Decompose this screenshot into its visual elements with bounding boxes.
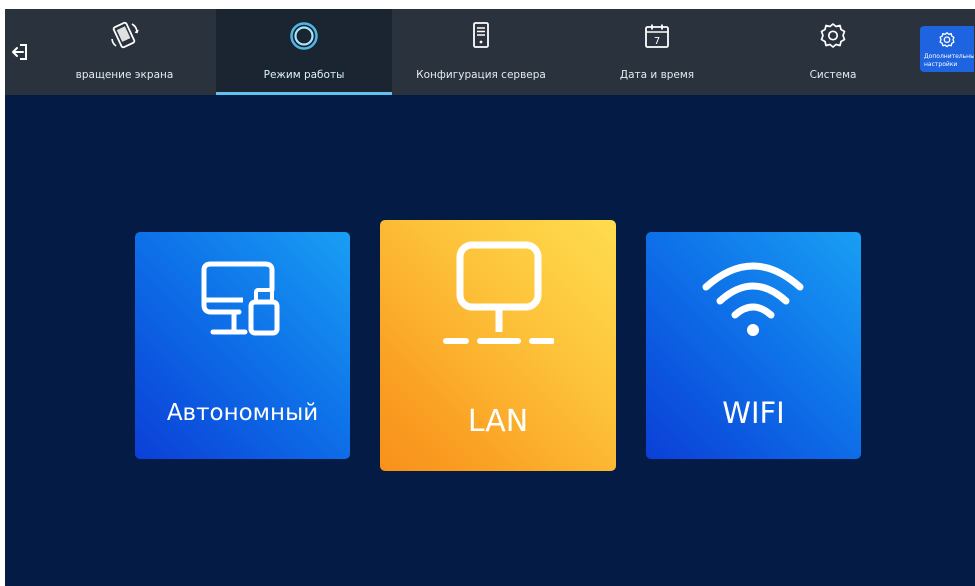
calendar-day: 7 <box>654 36 660 47</box>
mode-card-lan[interactable]: LAN <box>380 220 616 471</box>
tab-system[interactable]: Система <box>745 9 921 95</box>
mode-label: LAN <box>467 404 529 439</box>
mode-card-wifi[interactable]: WIFI <box>646 232 861 459</box>
tab-work-mode[interactable]: Режим работы <box>216 9 392 95</box>
exit-button[interactable] <box>7 39 33 65</box>
mode-label: Автономный <box>166 400 319 426</box>
gear-icon <box>818 21 848 51</box>
top-navigation-bar: вращение экрана Режим работы Конфигураци… <box>5 9 975 95</box>
tab-screen-rotation[interactable]: вращение экрана <box>35 9 214 95</box>
exit-icon <box>12 44 27 60</box>
wifi-icon <box>702 262 804 336</box>
calendar-icon: 7 <box>642 21 672 51</box>
monitor-usb-icon <box>201 261 280 336</box>
mode-label: WIFI <box>722 396 785 430</box>
tab-label: вращение экрана <box>75 69 174 81</box>
tab-label: Режим работы <box>263 69 345 81</box>
extra-settings-label: Дополнительные настройки <box>924 53 974 68</box>
lan-monitor-icon <box>443 241 554 344</box>
tab-label: Дата и время <box>619 69 695 81</box>
tab-server-config[interactable]: Конфигурация сервера <box>393 9 569 95</box>
tab-label: Конфигурация сервера <box>416 69 546 81</box>
gear-icon <box>939 32 955 48</box>
screen-rotation-icon <box>110 21 140 51</box>
tab-label: Система <box>809 69 857 81</box>
extra-settings-button[interactable]: Дополнительные настройки <box>920 26 974 72</box>
server-icon <box>466 21 496 51</box>
work-mode-ring-icon <box>289 21 319 51</box>
app-window: вращение экрана Режим работы Конфигураци… <box>5 9 975 586</box>
tab-date-time[interactable]: 7 Дата и время <box>569 9 745 95</box>
mode-card-standalone[interactable]: Автономный <box>135 232 350 459</box>
